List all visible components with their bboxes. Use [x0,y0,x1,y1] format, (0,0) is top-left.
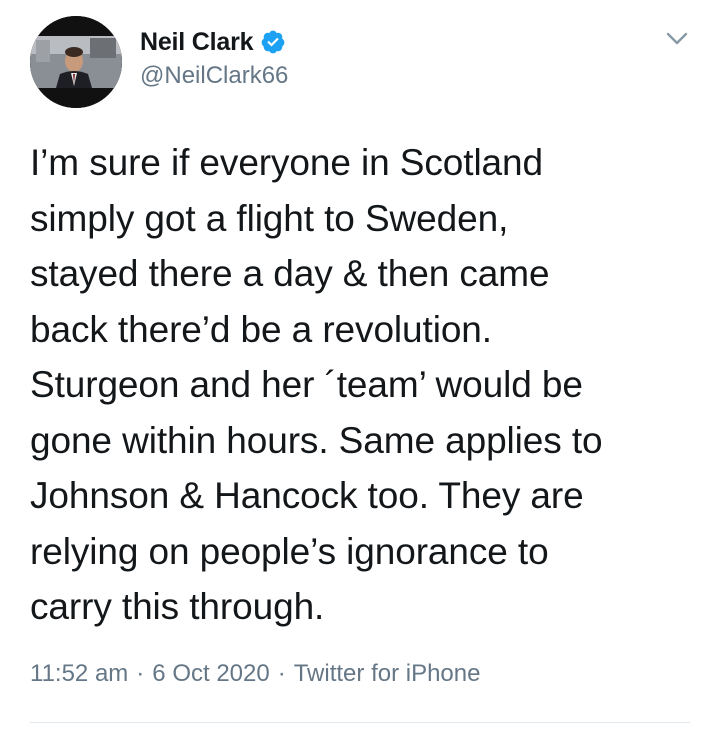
author-info: Neil Clark @NeilClark66 [140,26,288,90]
avatar[interactable] [30,16,122,108]
tweet-date[interactable]: 6 Oct 2020 [152,660,269,688]
handle[interactable]: @NeilClark66 [140,62,288,90]
tweet-header: Neil Clark @NeilClark66 [30,16,695,110]
meta-separator: · [277,660,286,687]
tweet-time[interactable]: 11:52 am [30,660,128,688]
tweet-card: Neil Clark @NeilClark66 I’m sure if ever… [0,0,720,740]
tweet-meta: 11:52 am · 6 Oct 2020 · Twitter for iPho… [30,660,480,688]
name-row: Neil Clark [140,26,288,58]
tweet-text: I’m sure if everyone in Scotland simply … [30,142,603,627]
divider [30,722,690,723]
chevron-down-icon[interactable] [663,24,691,52]
meta-separator: · [136,660,145,687]
display-name[interactable]: Neil Clark [140,28,254,57]
verified-badge-icon [260,29,286,55]
tweet-source-link[interactable]: Twitter for iPhone [294,660,481,688]
